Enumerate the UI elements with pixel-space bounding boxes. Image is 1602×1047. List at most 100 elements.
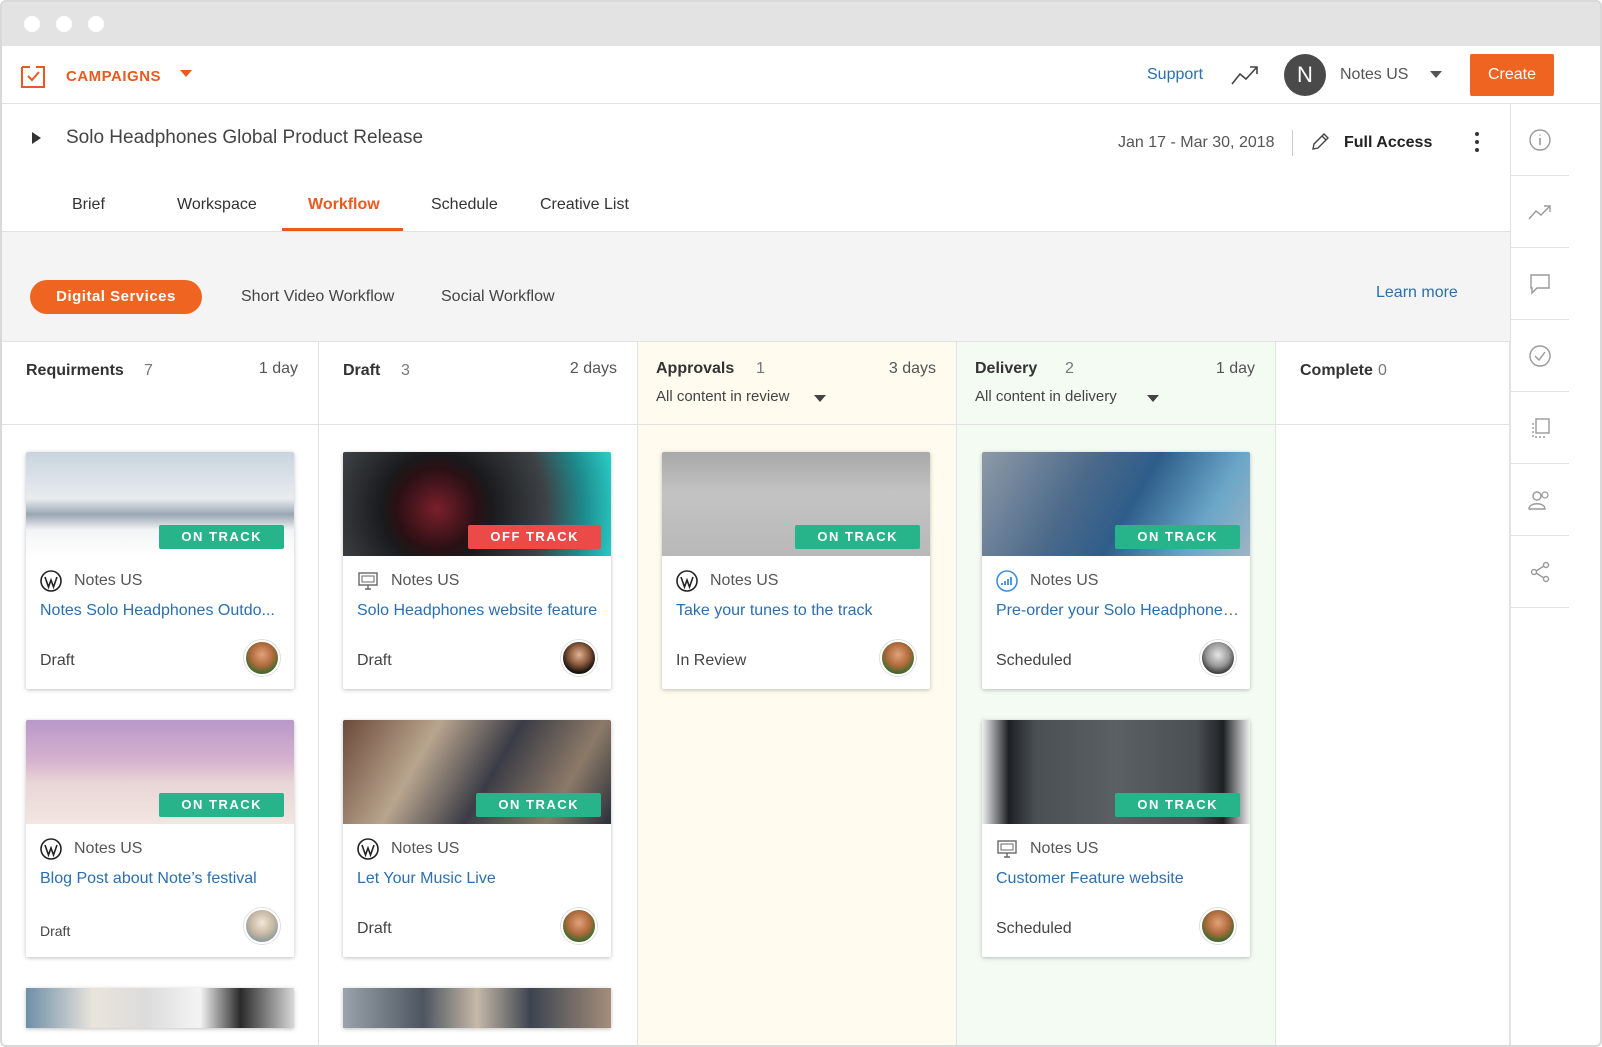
monitor-icon — [357, 570, 379, 592]
content-card[interactable]: ON TRACK Notes US Notes Solo Headphones Ou… — [26, 452, 294, 689]
assignee-avatar[interactable] — [244, 640, 280, 676]
card-status: Draft — [357, 920, 392, 937]
trend-icon[interactable] — [1230, 64, 1260, 86]
card-title-link[interactable]: Let Your Music Live — [357, 870, 496, 888]
card-status: Scheduled — [996, 652, 1072, 669]
card-status: Draft — [40, 652, 75, 669]
column-duration: 1 day — [258, 360, 298, 377]
tab-creative-list[interactable]: Creative List — [540, 196, 629, 214]
column-header: Delivery 2 1 day All content in delivery — [957, 342, 1275, 425]
column-header: Complete 0 — [1276, 342, 1509, 425]
workflow-social[interactable]: Social Workflow — [441, 288, 555, 306]
card-title-link[interactable]: Notes Solo Headphones Outdo... — [40, 602, 275, 620]
column-draft: Draft 3 2 days OFF TRACK Notes US Solo Headph… — [319, 342, 638, 1045]
right-sidebar — [1510, 104, 1569, 1045]
comment-icon[interactable] — [1511, 248, 1569, 320]
content-card-partial[interactable] — [343, 988, 611, 1028]
monitor-icon — [996, 838, 1018, 860]
copy-icon[interactable] — [1511, 392, 1569, 464]
card-status: Draft — [357, 652, 392, 669]
window-minimize-dot[interactable] — [56, 16, 72, 32]
card-title-link[interactable]: Solo Headphones website feature — [357, 602, 597, 620]
content-card[interactable]: ON TRACK Notes US Let Your Music Live Draft — [343, 720, 611, 957]
support-link[interactable]: Support — [1147, 66, 1203, 84]
content-card[interactable]: ON TRACK Notes US Pre-order your Solo Head… — [982, 452, 1250, 689]
active-tab-indicator — [282, 228, 403, 231]
info-icon[interactable] — [1511, 104, 1569, 176]
header-divider — [1292, 130, 1293, 156]
check-circle-icon[interactable] — [1511, 320, 1569, 392]
assignee-avatar[interactable] — [880, 640, 916, 676]
tab-workflow[interactable]: Workflow — [308, 196, 380, 214]
content-card[interactable]: ON TRACK Notes US Blog Post about Note’s f… — [26, 720, 294, 957]
campaign-title: Solo Headphones Global Product Release — [66, 127, 424, 148]
window-close-dot[interactable] — [24, 16, 40, 32]
account-avatar[interactable]: N — [1284, 54, 1326, 96]
column-count: 1 — [756, 360, 765, 377]
window-maximize-dot[interactable] — [88, 16, 104, 32]
content-card-partial[interactable] — [26, 988, 294, 1028]
card-title-link[interactable]: Customer Feature website — [996, 870, 1184, 888]
wordpress-icon — [676, 570, 698, 592]
column-count: 2 — [1065, 360, 1074, 377]
account-chevron-down-icon[interactable] — [1430, 71, 1442, 78]
content-card[interactable]: OFF TRACK Notes US Solo Headphones website… — [343, 452, 611, 689]
assignee-avatar[interactable] — [1200, 640, 1236, 676]
status-badge: ON TRACK — [1115, 525, 1240, 549]
campaign-dates: Jan 17 - Mar 30, 2018 — [1118, 134, 1275, 151]
workflow-digital-services[interactable]: Digital Services — [30, 280, 202, 314]
status-badge: ON TRACK — [159, 793, 284, 817]
share-icon[interactable] — [1511, 536, 1569, 608]
wordpress-icon — [40, 838, 62, 860]
workflow-selector-bar: Digital Services Short Video Workflow So… — [2, 232, 1510, 342]
wordpress-icon — [357, 838, 379, 860]
chevron-down-icon[interactable] — [814, 395, 826, 402]
tab-brief[interactable]: Brief — [72, 196, 105, 214]
campaign-logo-icon[interactable] — [20, 61, 46, 89]
column-title: Delivery — [975, 360, 1038, 377]
column-requirments: Requirments 7 1 day ON TRACK Notes US Notes S… — [2, 342, 319, 1045]
card-status: Draft — [40, 923, 71, 939]
window-chrome — [2, 2, 1600, 46]
column-count: 7 — [144, 362, 153, 379]
learn-more-link[interactable]: Learn more — [1376, 284, 1458, 302]
pencil-icon[interactable] — [1310, 132, 1330, 152]
analytics-trend-icon[interactable] — [1511, 176, 1569, 248]
wordpress-icon — [40, 570, 62, 592]
column-header: Draft 3 2 days — [319, 342, 637, 425]
workflow-short-video[interactable]: Short Video Workflow — [241, 288, 394, 306]
content-card[interactable]: ON TRACK Notes US Take your tunes to the t… — [662, 452, 930, 689]
assignee-avatar[interactable] — [1200, 908, 1236, 944]
app-title[interactable]: CAMPAIGNS — [66, 68, 161, 85]
signal-icon — [996, 570, 1018, 592]
create-button[interactable]: Create — [1470, 54, 1554, 96]
card-status: Scheduled — [996, 920, 1072, 937]
column-title: Requirments — [26, 362, 124, 379]
access-level[interactable]: Full Access — [1344, 134, 1432, 152]
column-filter-dropdown[interactable]: All content in delivery — [975, 388, 1117, 405]
card-title-link[interactable]: Take your tunes to the track — [676, 602, 873, 620]
column-header: Approvals 1 3 days All content in review — [638, 342, 956, 425]
expand-arrow-icon[interactable] — [32, 132, 41, 144]
assignee-avatar[interactable] — [561, 640, 597, 676]
status-badge: ON TRACK — [476, 793, 601, 817]
chevron-down-icon[interactable] — [180, 70, 192, 77]
chevron-down-icon[interactable] — [1147, 395, 1159, 402]
column-duration: 1 day — [1215, 360, 1255, 377]
more-options-icon[interactable] — [1474, 132, 1480, 158]
assignee-avatar[interactable] — [561, 908, 597, 944]
status-badge: OFF TRACK — [468, 525, 601, 549]
content-card[interactable]: ON TRACK Notes US Customer Feature website… — [982, 720, 1250, 957]
assignee-avatar[interactable] — [244, 908, 280, 944]
campaign-header: Solo Headphones Global Product Release J… — [2, 104, 1510, 232]
channel-name: Notes US — [391, 572, 460, 589]
card-title-link[interactable]: Blog Post about Note’s festival — [40, 870, 257, 888]
column-title: Approvals — [656, 360, 735, 377]
account-name[interactable]: Notes US — [1340, 66, 1408, 84]
kanban-board: Requirments 7 1 day ON TRACK Notes US Notes S… — [2, 342, 1510, 1045]
card-title-link[interactable]: Pre-order your Solo Headphones... — [996, 602, 1241, 620]
tab-workspace[interactable]: Workspace — [177, 196, 257, 214]
tab-schedule[interactable]: Schedule — [431, 196, 498, 214]
column-filter-dropdown[interactable]: All content in review — [656, 388, 789, 405]
people-icon[interactable] — [1511, 464, 1569, 536]
